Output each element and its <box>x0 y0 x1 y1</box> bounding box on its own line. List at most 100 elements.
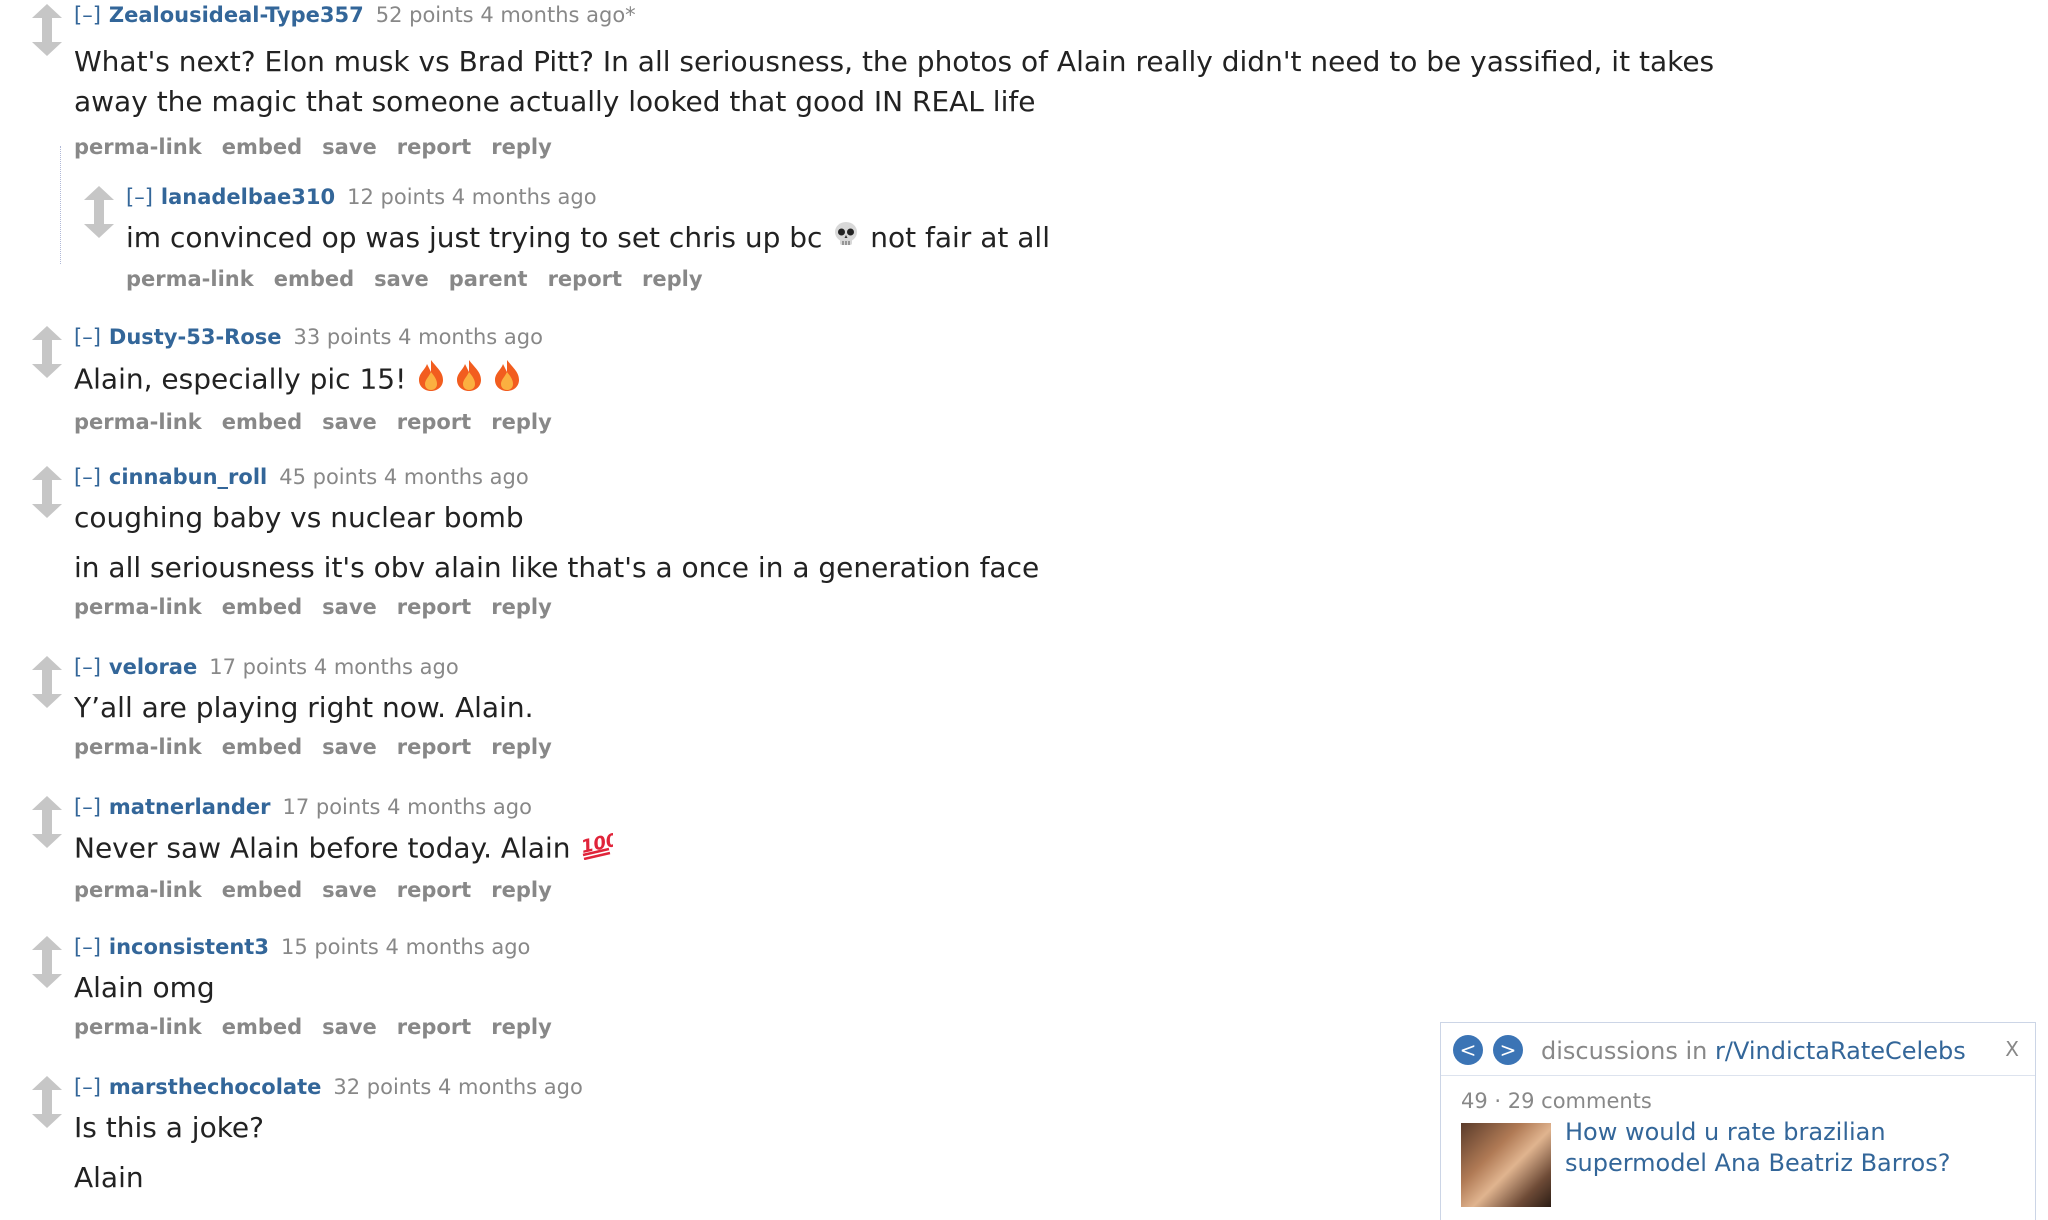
comment-author[interactable]: inconsistent3 <box>109 935 269 959</box>
comment-actions: perma-link embed save report reply <box>74 730 572 764</box>
discussions-header: < > discussions in r/VindictaRateCelebs … <box>1441 1023 2035 1076</box>
embed-button[interactable]: embed <box>222 1015 302 1039</box>
collapse-toggle[interactable]: [–] <box>74 3 101 27</box>
upvote-arrow-icon[interactable] <box>32 1076 62 1102</box>
embed-button[interactable]: embed <box>222 135 302 159</box>
subreddit-link[interactable]: r/VindictaRateCelebs <box>1715 1037 1966 1065</box>
close-button[interactable]: X <box>2005 1037 2019 1061</box>
collapse-toggle[interactable]: [–] <box>74 1075 101 1099</box>
comment-time: 4 months ago <box>398 325 543 349</box>
comment-actions: perma-link embed save report reply <box>74 405 572 439</box>
permalink-button[interactable]: perma-link <box>74 410 202 434</box>
embed-button[interactable]: embed <box>222 735 302 759</box>
collapse-toggle[interactable]: [–] <box>126 185 153 209</box>
discussions-popup: < > discussions in r/VindictaRateCelebs … <box>1440 1022 2036 1220</box>
upvote-arrow-icon[interactable] <box>32 796 62 822</box>
collapse-toggle[interactable]: [–] <box>74 795 101 819</box>
comment-body: im convinced op was just trying to set c… <box>126 218 1050 260</box>
comment-score: 45 points <box>279 465 378 489</box>
embed-button[interactable]: embed <box>222 878 302 902</box>
comment-author[interactable]: Dusty-53-Rose <box>109 325 282 349</box>
discussion-thumbnail[interactable] <box>1461 1123 1551 1207</box>
report-button[interactable]: report <box>397 735 471 759</box>
comment-score: 17 points <box>209 655 308 679</box>
comment-tagline: [–] inconsistent3 15 points 4 months ago <box>74 932 572 962</box>
reply-button[interactable]: reply <box>491 135 552 159</box>
downvote-arrow-icon[interactable] <box>32 1102 62 1128</box>
previous-button[interactable]: < <box>1453 1035 1483 1065</box>
reply-button[interactable]: reply <box>491 735 552 759</box>
save-button[interactable]: save <box>322 595 377 619</box>
downvote-arrow-icon[interactable] <box>84 212 114 238</box>
comment-text: Is this a joke? <box>74 1111 265 1144</box>
collapse-toggle[interactable]: [–] <box>74 935 101 959</box>
upvote-arrow-icon[interactable] <box>32 936 62 962</box>
embed-button[interactable]: embed <box>222 410 302 434</box>
comment-author[interactable]: velorae <box>109 655 197 679</box>
reply-button[interactable]: reply <box>491 410 552 434</box>
comment-entry: [–] cinnabun_roll 45 points 4 months ago c… <box>74 462 1039 624</box>
report-button[interactable]: report <box>397 595 471 619</box>
downvote-arrow-icon[interactable] <box>32 352 62 378</box>
reply-button[interactable]: reply <box>491 595 552 619</box>
save-button[interactable]: save <box>322 1015 377 1039</box>
downvote-arrow-icon[interactable] <box>32 682 62 708</box>
comment-actions: perma-link embed save report reply <box>74 1010 572 1044</box>
save-button[interactable]: save <box>322 878 377 902</box>
permalink-button[interactable]: perma-link <box>74 135 202 159</box>
reply-button[interactable]: reply <box>491 878 552 902</box>
permalink-button[interactable]: perma-link <box>74 878 202 902</box>
permalink-button[interactable]: perma-link <box>126 267 254 291</box>
comment-body: coughing baby vs nuclear bomb in all ser… <box>74 498 1039 588</box>
collapse-toggle[interactable]: [–] <box>74 325 101 349</box>
save-button[interactable]: save <box>322 410 377 434</box>
downvote-arrow-icon[interactable] <box>32 30 62 56</box>
report-button[interactable]: report <box>397 135 471 159</box>
comment-actions: perma-link embed save parent report reply <box>126 262 1050 296</box>
comment-tagline: [–] velorae 17 points 4 months ago <box>74 652 572 682</box>
upvote-arrow-icon[interactable] <box>32 326 62 352</box>
comment-text: Never saw Alain before today. Alain 100 <box>74 828 621 871</box>
comment-author[interactable]: cinnabun_roll <box>109 465 267 489</box>
save-button[interactable]: save <box>374 267 429 291</box>
report-button[interactable]: report <box>397 410 471 434</box>
save-button[interactable]: save <box>322 735 377 759</box>
report-button[interactable]: report <box>397 878 471 902</box>
comment-author[interactable]: Zealousideal-Type357 <box>109 3 364 27</box>
collapse-toggle[interactable]: [–] <box>74 465 101 489</box>
comment-time: 4 months ago <box>385 935 531 959</box>
permalink-button[interactable]: perma-link <box>74 735 202 759</box>
embed-button[interactable]: embed <box>274 267 354 291</box>
collapse-toggle[interactable]: [–] <box>74 655 101 679</box>
upvote-arrow-icon[interactable] <box>32 466 62 492</box>
comment-tagline: [–] marsthechocolate 32 points 4 months ag… <box>74 1072 583 1102</box>
report-button[interactable]: report <box>548 267 622 291</box>
upvote-arrow-icon[interactable] <box>32 4 62 30</box>
comment-author[interactable]: matnerlander <box>109 795 271 819</box>
comment-author[interactable]: lanadelbae310 <box>161 185 335 209</box>
reply-button[interactable]: reply <box>642 267 703 291</box>
child-thread-line <box>60 146 61 264</box>
embed-button[interactable]: embed <box>222 595 302 619</box>
downvote-arrow-icon[interactable] <box>32 822 62 848</box>
comment-score: 52 points <box>375 3 474 27</box>
downvote-arrow-icon[interactable] <box>32 962 62 988</box>
permalink-button[interactable]: perma-link <box>74 595 202 619</box>
parent-button[interactable]: parent <box>449 267 528 291</box>
permalink-button[interactable]: perma-link <box>74 1015 202 1039</box>
reply-button[interactable]: reply <box>491 1015 552 1039</box>
comment-author[interactable]: marsthechocolate <box>109 1075 322 1099</box>
save-button[interactable]: save <box>322 135 377 159</box>
report-button[interactable]: report <box>397 1015 471 1039</box>
comment-text: Alain, especially pic 15! <box>74 358 572 403</box>
upvote-arrow-icon[interactable] <box>32 656 62 682</box>
discussion-title-link[interactable]: How would u rate brazilian supermodel An… <box>1565 1117 1995 1179</box>
discussions-prefix: discussions in <box>1541 1037 1708 1065</box>
downvote-arrow-icon[interactable] <box>32 492 62 518</box>
next-button[interactable]: > <box>1493 1035 1523 1065</box>
upvote-arrow-icon[interactable] <box>84 186 114 212</box>
comment-body: Is this a joke? Alain <box>74 1108 583 1198</box>
comment-time: 4 months ago <box>313 655 459 679</box>
comment-score: 15 points <box>280 935 379 959</box>
comment-time: 4 months ago* <box>480 3 636 27</box>
